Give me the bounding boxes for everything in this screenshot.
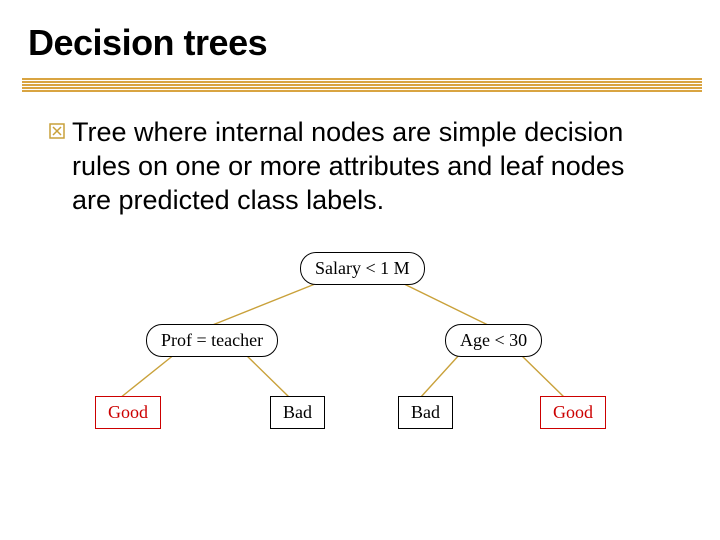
tree-leaf-good-1: Good (95, 396, 161, 429)
bullet-item: Tree where internal nodes are simple dec… (48, 116, 672, 217)
title-underline (22, 78, 702, 92)
tree-leaf-good-2: Good (540, 396, 606, 429)
bullet-text: Tree where internal nodes are simple dec… (72, 116, 652, 217)
tree-internal-node-left: Prof = teacher (146, 324, 278, 357)
tree-edges (0, 250, 720, 510)
tree-root-node: Salary < 1 M (300, 252, 425, 285)
bullet-icon (48, 122, 66, 140)
slide-title: Decision trees (28, 22, 267, 64)
decision-tree-diagram: Salary < 1 M Prof = teacher Age < 30 Goo… (0, 250, 720, 510)
tree-leaf-bad-2: Bad (398, 396, 453, 429)
tree-leaf-bad-1: Bad (270, 396, 325, 429)
tree-internal-node-right: Age < 30 (445, 324, 542, 357)
